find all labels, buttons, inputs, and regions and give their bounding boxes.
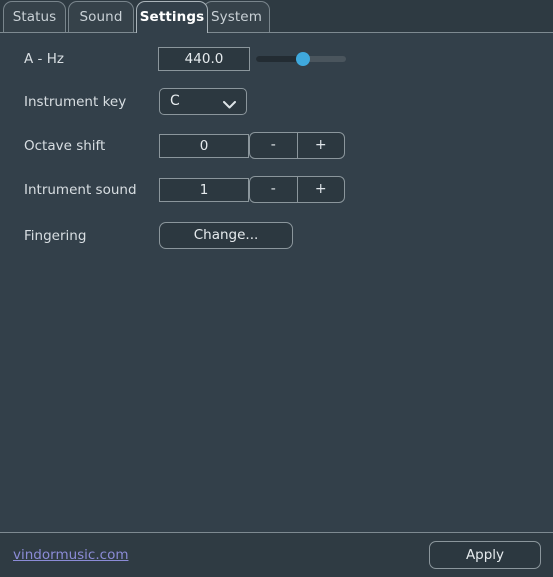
instrument-sound-increment-button[interactable]: +	[298, 177, 345, 202]
a-hz-value-field[interactable]: 440.0	[158, 47, 250, 71]
instrument-key-select[interactable]: C	[159, 88, 247, 115]
row-instrument-sound: Intrument sound 1 - +	[0, 176, 553, 204]
a-hz-label: A - Hz	[24, 51, 64, 67]
a-hz-slider[interactable]	[256, 48, 346, 70]
website-link[interactable]: vindormusic.com	[13, 547, 128, 563]
octave-shift-label: Octave shift	[24, 138, 106, 154]
apply-button[interactable]: Apply	[429, 541, 541, 569]
row-a-hz: A - Hz 440.0	[0, 45, 553, 73]
chevron-down-icon	[223, 97, 236, 109]
app-window: Status Sound Settings System A - Hz 440.…	[0, 0, 553, 577]
octave-shift-decrement-button[interactable]: -	[250, 133, 298, 158]
tab-sound[interactable]: Sound	[68, 1, 134, 33]
tab-system[interactable]: System	[203, 1, 270, 33]
fingering-change-button[interactable]: Change...	[159, 222, 293, 249]
tab-bar: Status Sound Settings System	[0, 0, 553, 33]
instrument-key-label: Instrument key	[24, 94, 127, 110]
row-instrument-key: Instrument key C	[0, 88, 553, 116]
tab-settings[interactable]: Settings	[136, 1, 208, 33]
tab-system-label: System	[211, 9, 262, 25]
settings-panel: A - Hz 440.0 Instrument key C Octave shi…	[0, 32, 553, 532]
tab-status-label: Status	[12, 9, 57, 25]
tab-sound-label: Sound	[79, 9, 123, 25]
octave-shift-stepper: - +	[249, 132, 345, 159]
octave-shift-value-field[interactable]: 0	[159, 134, 249, 158]
tab-status[interactable]: Status	[3, 1, 66, 33]
tab-settings-label: Settings	[139, 9, 205, 25]
instrument-sound-value-field[interactable]: 1	[159, 178, 249, 202]
instrument-sound-stepper: - +	[249, 176, 345, 203]
instrument-sound-decrement-button[interactable]: -	[250, 177, 298, 202]
instrument-key-value: C	[170, 93, 180, 109]
row-octave-shift: Octave shift 0 - +	[0, 132, 553, 160]
instrument-sound-label: Intrument sound	[24, 182, 137, 198]
fingering-label: Fingering	[24, 228, 87, 244]
slider-thumb[interactable]	[295, 52, 310, 66]
row-fingering: Fingering Change...	[0, 221, 553, 251]
octave-shift-increment-button[interactable]: +	[298, 133, 345, 158]
